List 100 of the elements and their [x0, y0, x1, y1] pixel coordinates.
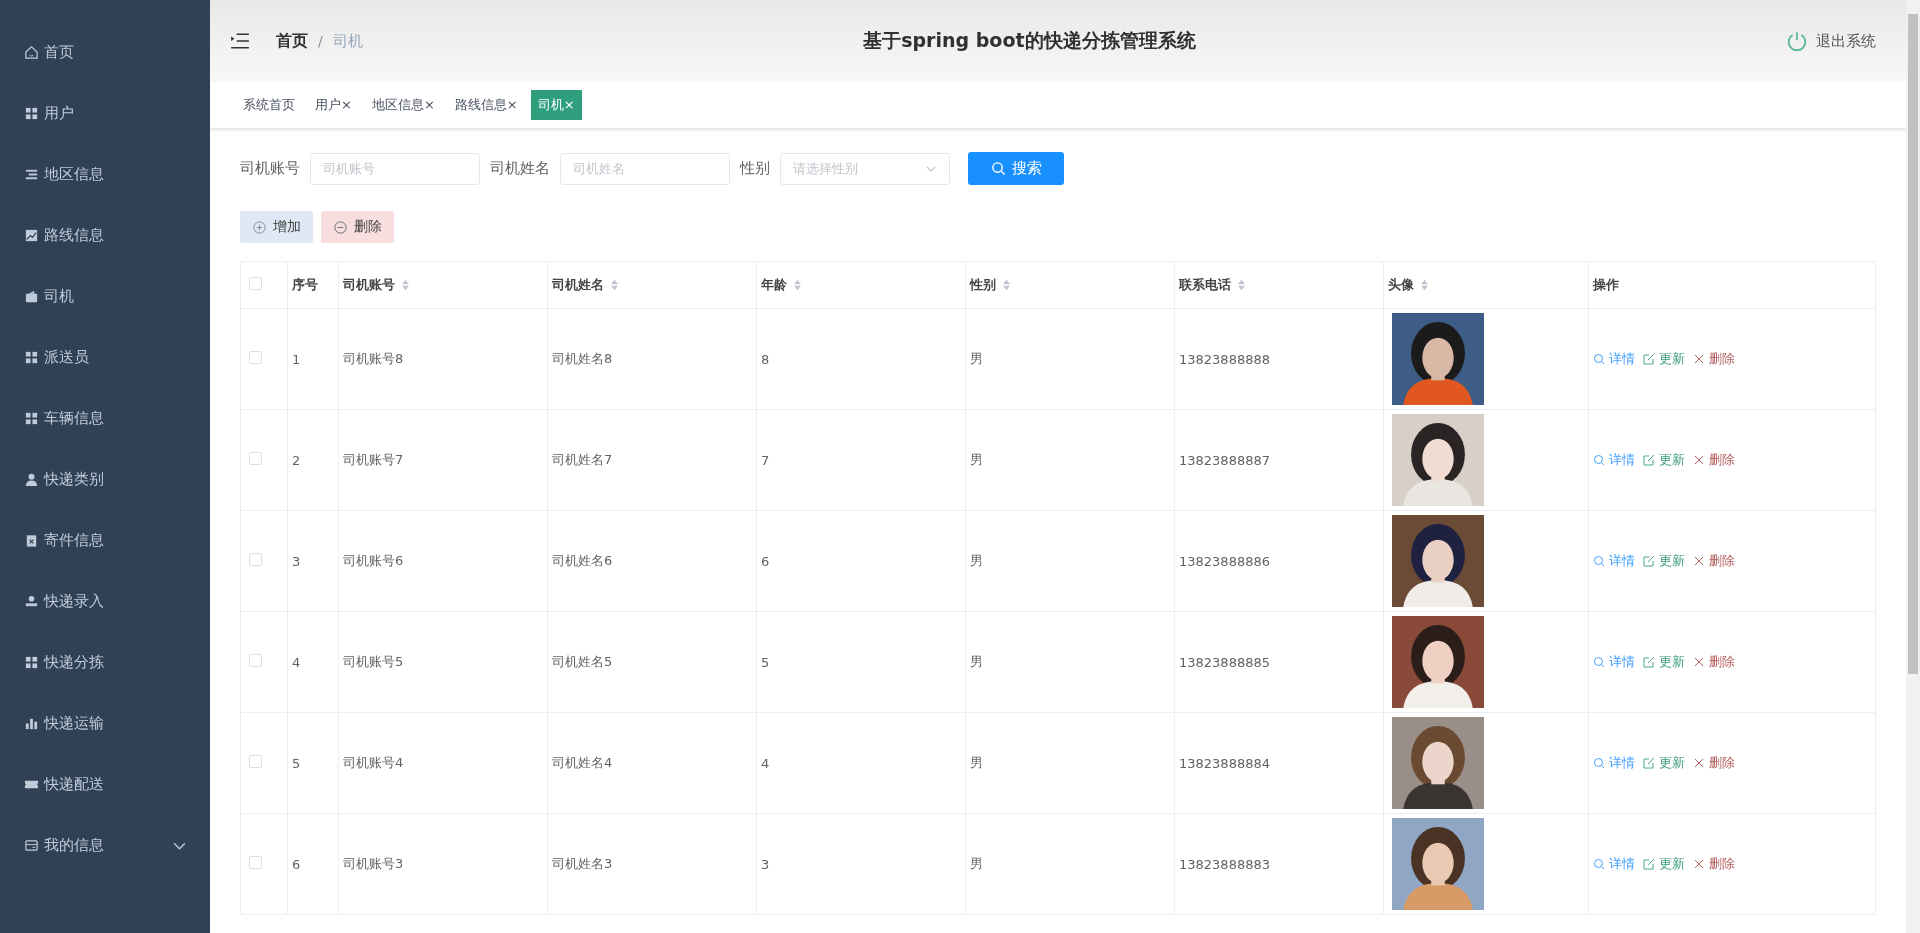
wallet-icon: [24, 289, 39, 304]
edit-link[interactable]: 更新: [1643, 451, 1685, 469]
column-header[interactable]: 性别: [970, 276, 1011, 294]
table-cell: 13823888884: [1179, 755, 1270, 771]
edit-icon: [1643, 757, 1655, 769]
sidebar-item[interactable]: 快递录入: [0, 571, 210, 632]
table-cell: 13823888883: [1179, 856, 1270, 872]
sort-icon[interactable]: [793, 279, 802, 291]
table-cell: 7: [761, 452, 770, 468]
search-icon: [1593, 656, 1605, 668]
table-cell: 司机姓名8: [552, 351, 613, 366]
table-cell: 司机账号3: [343, 856, 404, 871]
table-cell: 司机账号8: [343, 351, 404, 366]
grid-icon: [24, 350, 39, 365]
sort-icon[interactable]: [1237, 279, 1246, 291]
table-cell: 男: [970, 452, 983, 467]
edit-icon: [1643, 656, 1655, 668]
sidebar-item[interactable]: 寄件信息: [0, 510, 210, 571]
sidebar-item[interactable]: 地区信息: [0, 144, 210, 205]
close-icon: [1693, 555, 1705, 567]
sidebar-item[interactable]: 车辆信息: [0, 388, 210, 449]
table-cell: 6: [292, 856, 301, 872]
column-header[interactable]: 司机账号: [343, 276, 410, 294]
plus-circle-icon: [252, 219, 267, 235]
page-tab[interactable]: 用户×: [308, 90, 359, 120]
sidebar-item[interactable]: 快递类别: [0, 449, 210, 510]
column-header[interactable]: 联系电话: [1179, 276, 1246, 294]
table-cell: 4: [292, 654, 301, 670]
search-icon: [990, 161, 1006, 176]
edit-link[interactable]: 更新: [1643, 754, 1685, 772]
search-icon: [1593, 555, 1605, 567]
bars-icon: [24, 716, 39, 731]
add-button[interactable]: 增加: [240, 211, 313, 243]
edit-icon: [1643, 353, 1655, 365]
field-label: 性别: [740, 159, 770, 178]
system-title: 基于spring boot的快递分拣管理系统: [862, 28, 1197, 53]
grid-icon: [24, 411, 39, 426]
edit-link[interactable]: 更新: [1643, 350, 1685, 368]
select-all-checkbox[interactable]: [249, 277, 262, 290]
scrollbar[interactable]: [1906, 0, 1920, 933]
sort-icon[interactable]: [1420, 279, 1429, 291]
sort-icon[interactable]: [401, 279, 410, 291]
sort-icon[interactable]: [610, 279, 619, 291]
breadcrumb-separator: /: [318, 33, 323, 49]
row-checkbox[interactable]: [249, 654, 262, 667]
sidebar-item[interactable]: 我的信息: [0, 815, 210, 876]
table-cell: 司机账号5: [343, 654, 404, 669]
sidebar-item[interactable]: 快递配送: [0, 754, 210, 815]
table-cell: 8: [761, 351, 770, 367]
sidebar-item[interactable]: 派送员: [0, 327, 210, 388]
close-icon: [1693, 656, 1705, 668]
breadcrumb-current: 司机: [332, 31, 363, 51]
row-checkbox[interactable]: [249, 856, 262, 869]
delete-link[interactable]: 删除: [1693, 350, 1735, 368]
edit-link[interactable]: 更新: [1643, 855, 1685, 873]
table-cell: 男: [970, 856, 983, 871]
column-header[interactable]: 头像: [1388, 276, 1429, 294]
page-tab[interactable]: 地区信息×: [364, 90, 442, 120]
sidebar-item[interactable]: 快递分拣: [0, 632, 210, 693]
delete-link[interactable]: 删除: [1693, 855, 1735, 873]
table-cell: 司机姓名5: [552, 654, 613, 669]
menu-icon[interactable]: [230, 33, 250, 49]
row-checkbox[interactable]: [249, 553, 262, 566]
delete-button[interactable]: 删除: [321, 211, 394, 243]
table-cell: 5: [761, 654, 770, 670]
delete-link[interactable]: 删除: [1693, 653, 1735, 671]
sidebar-item[interactable]: 用户: [0, 83, 210, 144]
column-header[interactable]: 司机姓名: [552, 276, 619, 294]
power-icon[interactable]: [1786, 30, 1808, 52]
page-tab[interactable]: 系统首页: [236, 90, 302, 120]
logout-link[interactable]: 退出系统: [1816, 31, 1876, 51]
page-tab[interactable]: 司机×: [530, 90, 582, 120]
row-checkbox[interactable]: [249, 351, 262, 364]
edit-link[interactable]: 更新: [1643, 653, 1685, 671]
edit-link[interactable]: 更新: [1643, 552, 1685, 570]
delete-link[interactable]: 删除: [1693, 754, 1735, 772]
table-cell: 司机姓名3: [552, 856, 613, 871]
minus-circle-icon: [333, 219, 348, 235]
row-checkbox[interactable]: [249, 755, 262, 768]
sort-icon[interactable]: [1002, 279, 1011, 291]
sidebar-item[interactable]: 路线信息: [0, 205, 210, 266]
edit-icon: [1643, 858, 1655, 870]
column-header: 操作: [1593, 276, 1619, 294]
close-icon: [1693, 353, 1705, 365]
page-tab[interactable]: 路线信息×: [447, 90, 525, 120]
table-cell: 司机账号6: [343, 553, 404, 568]
table-cell: 1: [292, 351, 301, 367]
row-checkbox[interactable]: [249, 452, 262, 465]
sidebar-item[interactable]: 快递运输: [0, 693, 210, 754]
sidebar-item[interactable]: 首页: [0, 22, 210, 83]
delete-link[interactable]: 删除: [1693, 552, 1735, 570]
search-icon: [1593, 353, 1605, 365]
delete-link[interactable]: 删除: [1693, 451, 1735, 469]
table-cell: 司机姓名4: [552, 755, 613, 770]
breadcrumb-link[interactable]: 首页: [276, 30, 308, 52]
sidebar-item[interactable]: 司机: [0, 266, 210, 327]
column-header[interactable]: 年龄: [761, 276, 802, 294]
table-cell: 司机账号7: [343, 452, 404, 467]
close-icon: [1693, 757, 1705, 769]
edit-icon: [1643, 555, 1655, 567]
